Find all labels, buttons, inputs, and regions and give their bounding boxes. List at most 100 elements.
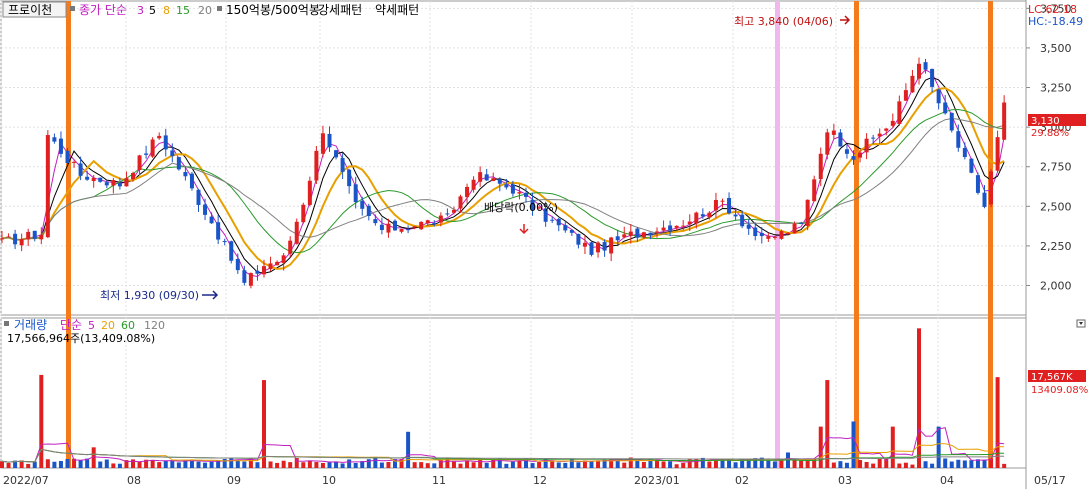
candle-body <box>91 177 96 182</box>
volume-bar <box>897 463 902 468</box>
volume-bar <box>150 460 155 468</box>
ma-period-15[interactable]: 15 <box>176 4 190 17</box>
candle-body <box>314 150 319 181</box>
volume-bar <box>831 462 836 468</box>
candle-body <box>772 236 777 238</box>
volume-bar <box>517 460 522 468</box>
volume-bar <box>45 459 50 468</box>
candle-body <box>674 225 679 228</box>
candle-body <box>740 214 745 227</box>
candle-body <box>524 192 528 197</box>
candle-body <box>504 184 509 188</box>
volume-bar <box>969 460 974 468</box>
candle-body <box>923 62 928 70</box>
candlestick-chart[interactable]: 3,7503,5003,2503,0002,7502,5002,2502,000… <box>0 0 1089 489</box>
weak-pattern-label[interactable]: 약세패턴 <box>375 2 419 17</box>
volume-bar <box>851 421 856 468</box>
candle-body <box>320 133 325 154</box>
candle-body <box>786 232 790 234</box>
strong-pattern-label[interactable]: 강세패턴 <box>318 3 362 17</box>
ma-period-20[interactable]: 20 <box>198 4 212 17</box>
volume-bar <box>242 461 247 468</box>
candle-body <box>497 179 502 184</box>
candle-body <box>85 176 90 180</box>
volume-bar <box>432 463 437 468</box>
volume-bar <box>995 377 1000 468</box>
volume-bar <box>903 462 908 468</box>
candle-body <box>720 200 725 202</box>
candle-body <box>478 172 483 182</box>
ma-period-8[interactable]: 8 <box>163 4 170 17</box>
volume-bar <box>766 460 771 468</box>
candle-body <box>563 225 568 231</box>
volume-bar <box>930 463 935 468</box>
candle-body <box>183 171 188 177</box>
candle-body <box>78 163 83 176</box>
candle-body <box>45 135 50 238</box>
candle-body <box>393 220 397 231</box>
ma-label[interactable]: 종가 단순 <box>79 3 127 17</box>
candle-body <box>838 132 843 147</box>
volume-title[interactable]: 거래량 <box>14 318 47 332</box>
candle-body <box>399 228 404 232</box>
date-tick-label: 02 <box>735 474 749 487</box>
volume-bar <box>838 461 843 468</box>
candle-body <box>386 223 391 233</box>
volume-bar <box>818 426 823 468</box>
volume-bar <box>890 426 895 468</box>
candle-body <box>471 179 476 190</box>
ma-period-5[interactable]: 5 <box>149 4 156 17</box>
volume-bullet-icon <box>4 321 9 326</box>
stock-name: 프로이천 <box>8 2 52 17</box>
volume-bar <box>209 461 214 468</box>
volume-bar <box>956 459 961 468</box>
candle-body <box>307 180 312 205</box>
volume-bar <box>379 462 384 468</box>
candle-body <box>635 228 640 238</box>
candle-body <box>871 137 876 139</box>
volume-ma-5[interactable]: 5 <box>88 319 95 332</box>
candle-body <box>104 182 109 186</box>
date-tick-label: 2022/07 <box>3 474 49 487</box>
volume-bar <box>288 462 293 468</box>
candle-body <box>890 120 895 126</box>
volume-ma-60[interactable]: 60 <box>121 319 135 332</box>
volume-current: 17,566,964주(13,409.08%) <box>7 332 155 345</box>
volume-bar <box>504 463 509 468</box>
candle-body <box>681 225 686 227</box>
volume-ma-20[interactable]: 20 <box>101 319 115 332</box>
candle-body <box>982 192 987 207</box>
volume-bar <box>111 463 116 468</box>
candle-body <box>766 236 771 239</box>
candle-body <box>622 234 627 238</box>
date-tick-label: 11 <box>432 474 446 487</box>
ma-period-3[interactable]: 3 <box>137 4 144 17</box>
candle-body <box>26 231 31 240</box>
candle-body <box>347 169 352 187</box>
volume-bar <box>641 461 646 468</box>
candle-body <box>589 242 594 255</box>
date-tick-label: 2023/01 <box>634 474 680 487</box>
volume-bar <box>65 458 70 468</box>
candle-body <box>1002 102 1007 140</box>
pattern-label[interactable]: 150억봉/500억봉 <box>226 3 320 17</box>
volume-bar <box>484 462 489 468</box>
volume-tag-value: 17,567K <box>1031 372 1073 383</box>
volume-bar <box>327 462 332 468</box>
candle-body <box>596 242 601 253</box>
volume-bar <box>707 461 712 468</box>
volume-ma-120[interactable]: 120 <box>144 319 165 332</box>
candle-body <box>956 131 961 148</box>
candle-body <box>235 258 240 271</box>
candle-body <box>818 153 823 180</box>
candle-body <box>458 196 463 209</box>
volume-bar <box>465 461 470 468</box>
volume-bar <box>864 461 869 468</box>
candle-body <box>799 222 804 224</box>
volume-bar <box>262 380 266 468</box>
volume-bar <box>386 461 391 468</box>
volume-bar <box>871 463 876 468</box>
volume-ma-label[interactable]: 단순 <box>60 318 82 332</box>
volume-bar <box>0 461 4 468</box>
date-tick-label: 09 <box>227 474 241 487</box>
